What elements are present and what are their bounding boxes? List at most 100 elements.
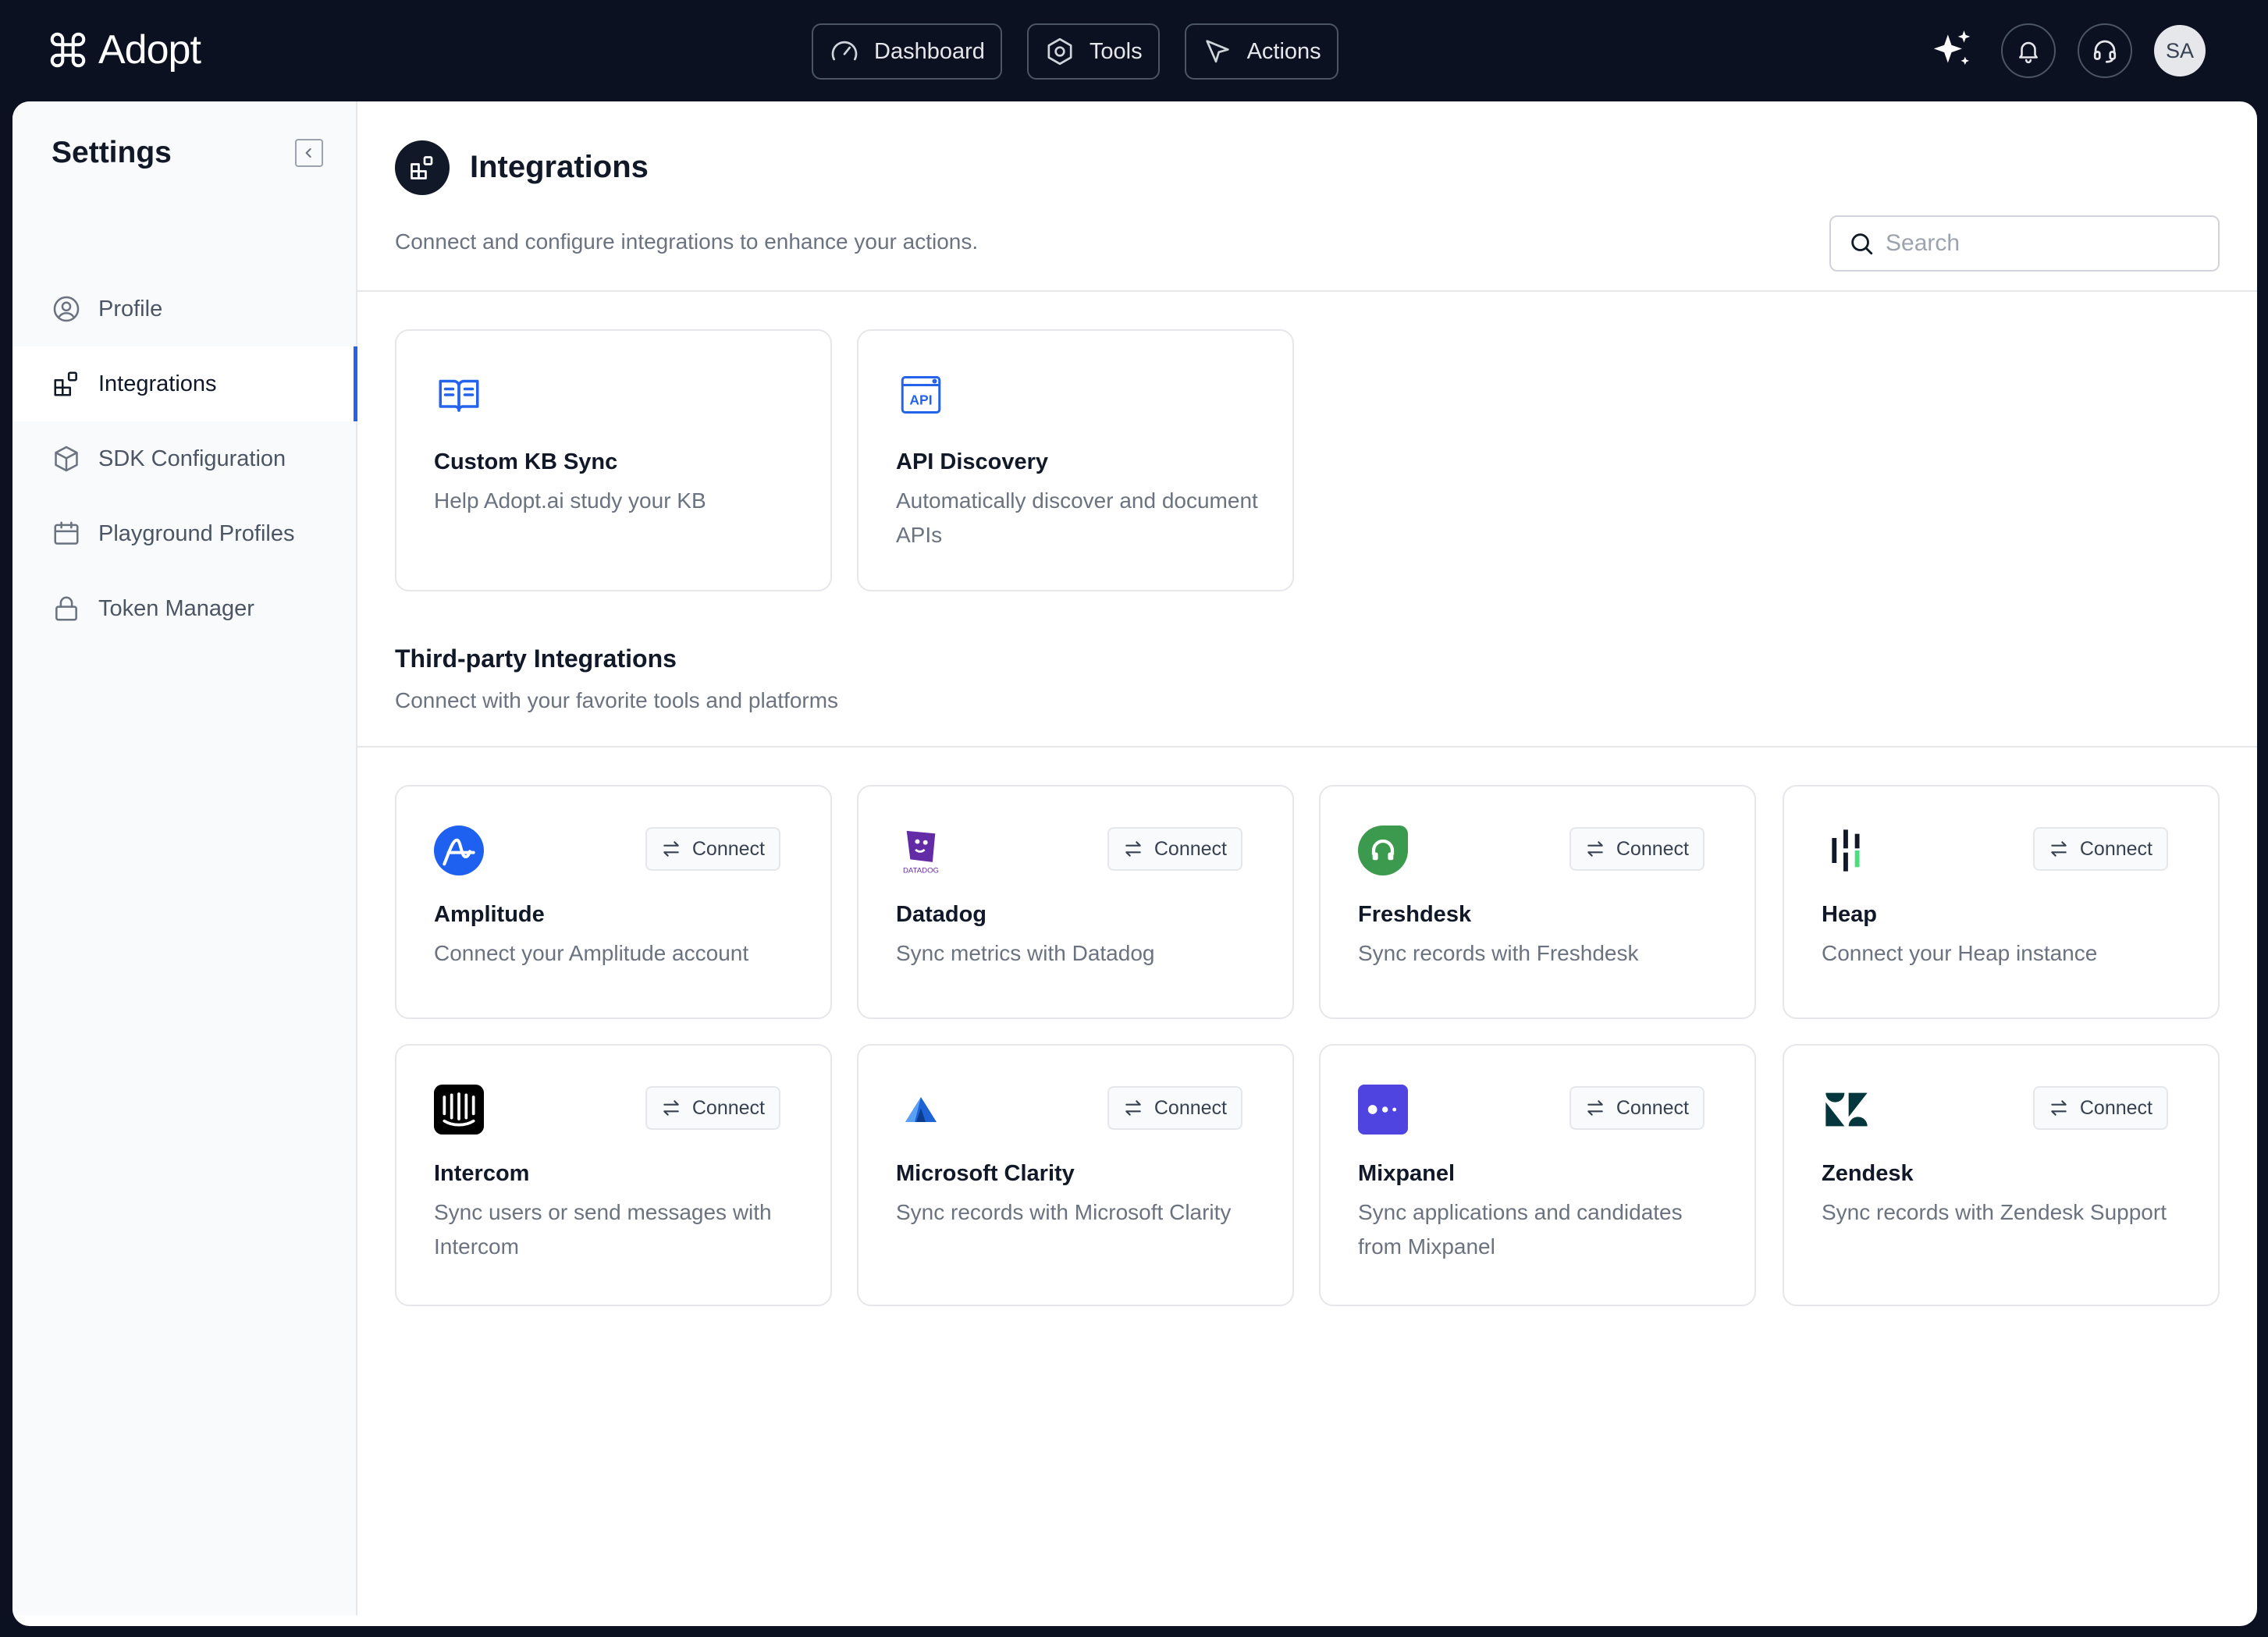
headset-icon [2093,40,2117,63]
command-logo-icon [50,32,86,68]
top-nav: Dashboard Tools Actions [812,23,1338,80]
connect-label: Connect [691,1096,765,1119]
app-name: Adopt [98,27,201,73]
arrows-swap-icon [1125,841,1141,857]
hexagon-icon [1047,37,1072,66]
sidebar-item-playground-profiles[interactable]: Playground Profiles [12,496,356,571]
sidebar-item-label: Integrations [98,371,217,396]
settings-sidebar: Settings Profile Integrations SDK Config… [12,101,357,1615]
user-avatar[interactable]: SA [2154,25,2206,76]
zendesk-card: Connect Zendesk Sync records with Zendes… [1783,1044,2220,1306]
section-subtitle: Connect with your favorite tools and pla… [395,688,839,712]
nav-actions-label: Actions [1246,38,1321,64]
custom-kb-sync-card[interactable]: Custom KB Sync Help Adopt.ai study your … [395,329,832,591]
sidebar-item-label: Token Manager [98,595,254,621]
datadog-logo-icon: DATADOG [896,826,946,875]
mixpanel-connect-button[interactable]: Connect [1569,1086,1705,1130]
card-description: Automatically discover and document APIs [896,488,1258,547]
notifications-button[interactable] [2001,23,2056,78]
collapse-sidebar-button[interactable] [295,139,323,167]
heap-connect-button[interactable]: Connect [2032,827,2168,871]
datadog-card: DATADOG Connect Datadog Sync metrics wit… [857,785,1294,1019]
card-title: Freshdesk [1358,902,1472,927]
chevron-left-icon [305,148,311,158]
api-icon-text: API [909,392,932,408]
card-title: Datadog [896,902,986,927]
api-icon: API [896,370,946,420]
card-title: Amplitude [434,902,545,927]
section-divider [357,746,2257,747]
intercom-logo-icon [434,1085,484,1135]
arrows-swap-icon [663,1100,679,1116]
nav-tools-label: Tools [1089,38,1143,64]
heap-logo-icon [1822,826,1872,875]
app-logo[interactable]: Adopt [47,27,201,73]
nav-actions-button[interactable]: Actions [1184,23,1338,80]
connect-label: Connect [1154,1096,1227,1119]
card-description: Sync applications and candidates from Mi… [1358,1200,1683,1259]
section-title: Third-party Integrations [395,645,677,673]
nav-dashboard-button[interactable]: Dashboard [812,23,1002,80]
card-description: Sync records with Zendesk Support [1822,1200,2167,1224]
lock-icon [55,596,77,621]
top-bar: Adopt Dashboard Tools Actions SA [0,0,2268,101]
arrows-swap-icon [2051,841,2067,857]
card-description: Help Adopt.ai study your KB [434,488,706,513]
sidebar-item-integrations[interactable]: Integrations [12,346,357,421]
sidebar-nav: Profile Integrations SDK Configuration P… [12,272,357,646]
main-content: Integrations Connect and configure integ… [357,101,2257,1626]
card-title: Heap [1822,902,1877,927]
connect-label: Connect [691,837,765,860]
calendar-icon [54,521,79,545]
sparkle-icon [1933,30,1971,66]
arrows-swap-icon [663,841,679,857]
integrations-icon [54,371,77,396]
nav-tools-button[interactable]: Tools [1026,23,1160,80]
gauge-icon [831,41,858,61]
sidebar-title: Settings [52,136,172,169]
card-description: Sync users or send messages with Interco… [434,1200,772,1259]
sidebar-item-token-manager[interactable]: Token Manager [12,571,356,646]
connect-label: Connect [2079,837,2152,860]
card-title: Microsoft Clarity [896,1161,1075,1186]
amplitude-connect-button[interactable]: Connect [645,827,780,871]
connect-label: Connect [1154,837,1227,860]
bell-icon [2019,41,2038,64]
microsoft-clarity-connect-button[interactable]: Connect [1107,1086,1242,1130]
zendesk-connect-button[interactable]: Connect [2032,1086,2168,1130]
cursor-icon [1205,40,1229,63]
datadog-connect-button[interactable]: Connect [1107,827,1242,871]
clarity-logo-icon [896,1085,946,1135]
page-icon [395,140,450,195]
freshdesk-card: Connect Freshdesk Sync records with Fres… [1319,785,1756,1019]
sidebar-item-profile[interactable]: Profile [12,272,356,346]
freshdesk-connect-button[interactable]: Connect [1569,827,1705,871]
search-input[interactable] [1886,230,2198,257]
api-discovery-card[interactable]: API API Discovery Automatically discover… [857,329,1294,591]
arrows-swap-icon [1587,1100,1603,1116]
amplitude-logo-icon [434,826,484,875]
zendesk-logo-icon [1822,1085,1872,1135]
search-box [1829,215,2220,272]
mixpanel-logo-icon [1358,1085,1408,1135]
top-right-controls: SA [1925,22,2206,80]
support-button[interactable] [2078,23,2132,78]
connect-label: Connect [1616,1096,1689,1119]
card-description: Sync records with Freshdesk [1358,941,1639,965]
card-title: Zendesk [1822,1161,1914,1186]
freshdesk-logo-icon [1358,826,1408,875]
card-description: Sync records with Microsoft Clarity [896,1200,1232,1224]
header-divider [357,290,2257,292]
nav-dashboard-label: Dashboard [874,38,985,64]
card-title: Intercom [434,1161,530,1186]
arrows-swap-icon [2051,1100,2067,1116]
integrations-icon [411,156,433,179]
sidebar-item-sdk-configuration[interactable]: SDK Configuration [12,421,356,496]
ai-assistant-button[interactable] [1925,22,1979,80]
page-subtitle: Connect and configure integrations to en… [395,229,979,254]
user-circle-icon [53,296,80,322]
arrows-swap-icon [1587,841,1603,857]
heap-card: Connect Heap Connect your Heap instance [1783,785,2220,1019]
card-title: Mixpanel [1358,1161,1456,1186]
intercom-connect-button[interactable]: Connect [645,1086,780,1130]
